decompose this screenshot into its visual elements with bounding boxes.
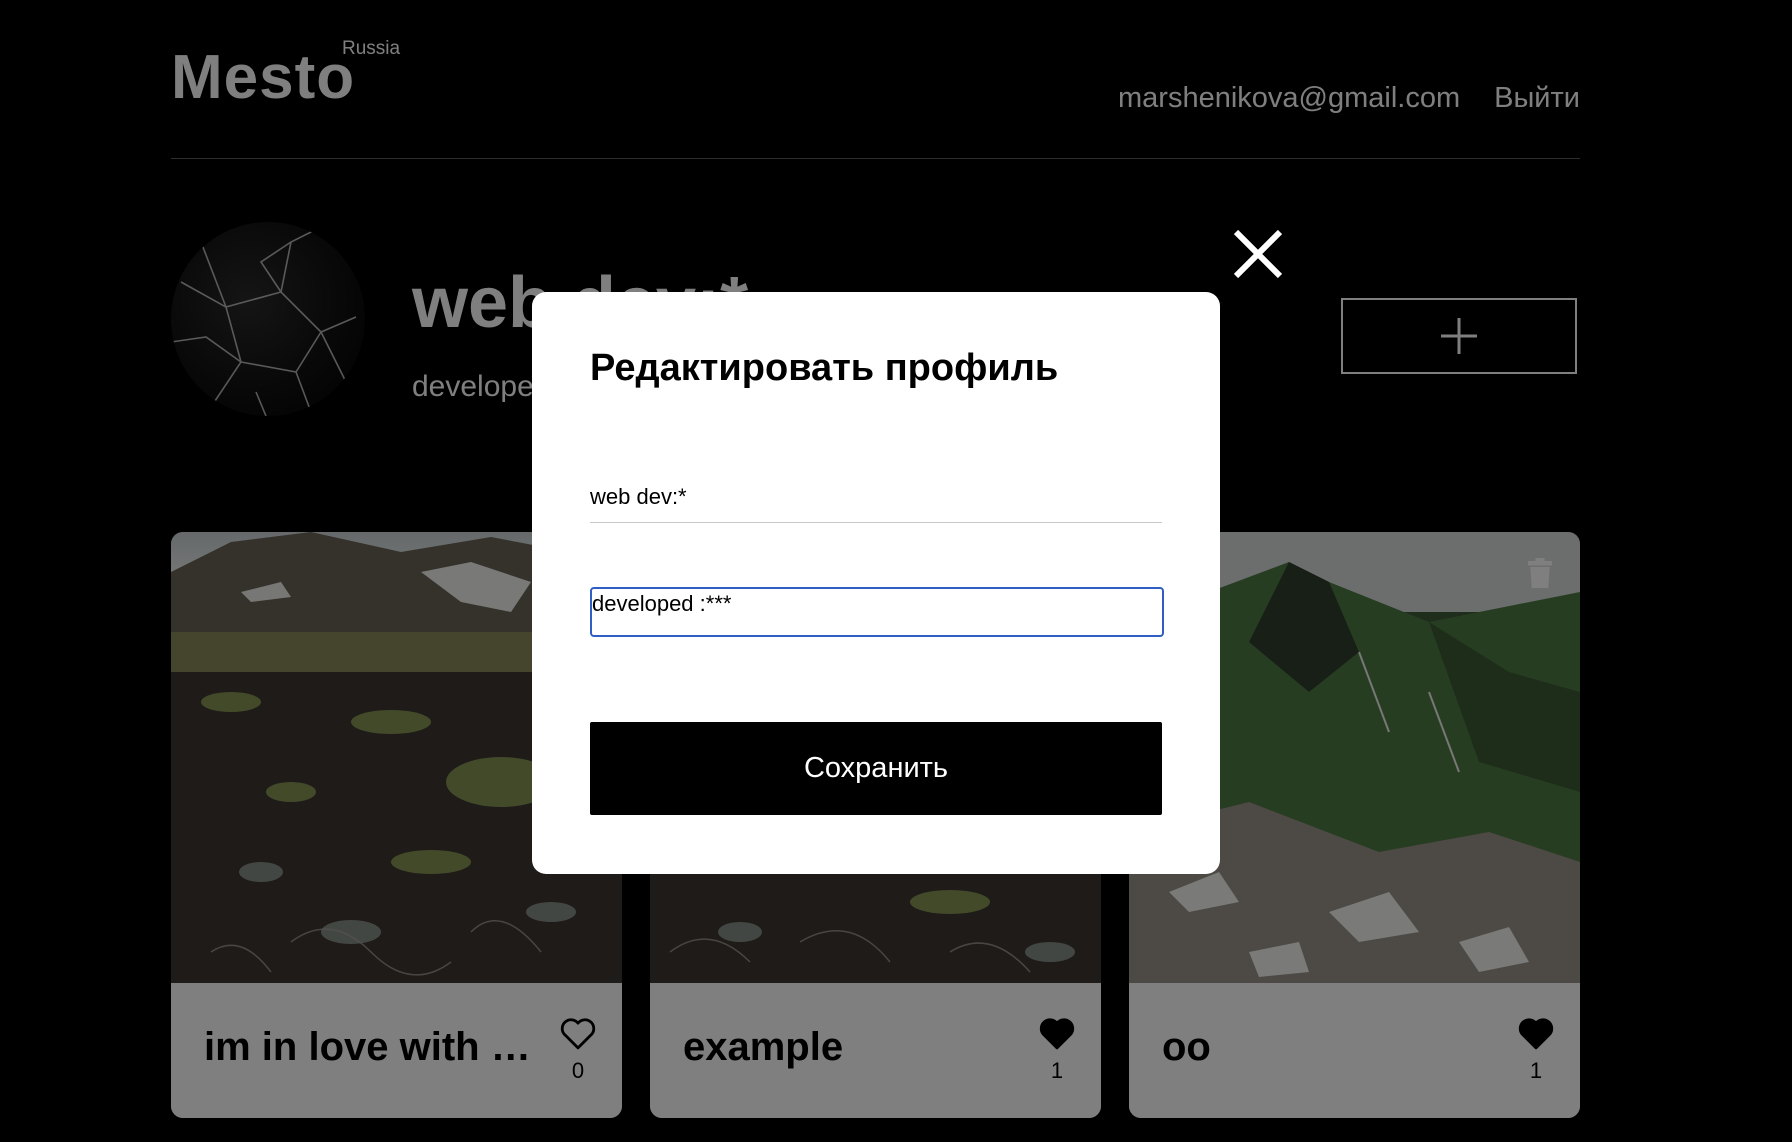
about-input[interactable]	[590, 587, 1164, 637]
modal-title: Редактировать профиль	[590, 347, 1059, 389]
close-icon	[1233, 229, 1283, 279]
save-button[interactable]: Сохранить	[590, 722, 1162, 815]
modal-close-button[interactable]	[1231, 227, 1285, 281]
name-input[interactable]	[590, 472, 1162, 523]
edit-profile-modal: Редактировать профиль Сохранить	[532, 292, 1220, 874]
page: Mesto Russia marshenikova@gmail.com Выйт…	[0, 0, 1792, 1142]
